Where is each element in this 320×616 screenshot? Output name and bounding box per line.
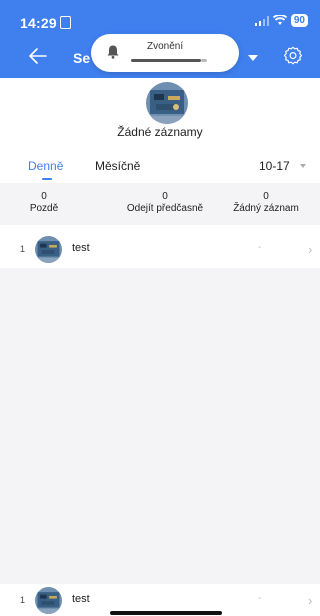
gear-icon[interactable]	[282, 45, 304, 67]
chevron-down-icon[interactable]	[300, 164, 306, 168]
stat-left-early[interactable]: 0 Odejít předčasně	[115, 191, 215, 215]
wifi-icon	[272, 15, 287, 25]
system-icons: 90	[254, 14, 308, 27]
row-value: -	[258, 593, 262, 604]
list-background	[0, 268, 320, 584]
status-bar: 14:29 90	[0, 0, 320, 38]
ringing-notification-pill[interactable]: Zvonění	[91, 34, 239, 72]
row-index: 1	[20, 595, 26, 605]
back-arrow-icon[interactable]	[26, 44, 50, 68]
home-indicator[interactable]	[110, 611, 222, 615]
stat-no-record-label: Žádný záznam	[233, 203, 299, 214]
row-value: -	[258, 242, 262, 253]
avatar	[146, 82, 188, 124]
row-name: test	[72, 242, 90, 254]
avatar	[35, 236, 62, 263]
signal-icon	[254, 15, 269, 26]
pill-label: Zvonění	[147, 41, 184, 52]
date-range-selector[interactable]: 10-17	[259, 159, 290, 173]
ringing-progress-bar	[131, 59, 201, 62]
battery-indicator: 90	[290, 14, 308, 27]
stat-late[interactable]: 0 Pozdě	[14, 191, 74, 215]
stat-no-record-value: 0	[263, 191, 269, 202]
row-index: 1	[20, 244, 26, 254]
empty-state-message: Žádné záznamy	[117, 125, 203, 139]
stat-left-early-label: Odejít předčasně	[126, 203, 204, 214]
page-title: Se	[73, 50, 91, 66]
ringing-progress-remaining	[201, 59, 207, 62]
row-name: test	[72, 593, 90, 605]
stat-late-label: Pozdě	[29, 203, 59, 214]
tab-monthly[interactable]: Měsíčně	[95, 159, 140, 173]
stat-late-value: 0	[41, 191, 47, 202]
id-badge-icon	[59, 16, 71, 29]
title-dropdown-icon[interactable]	[248, 55, 258, 61]
chevron-right-icon: ›	[308, 242, 313, 257]
avatar	[35, 587, 62, 614]
status-time: 14:29	[20, 15, 71, 31]
stat-no-record[interactable]: 0 Žádný záznam	[224, 191, 308, 215]
list-item[interactable]: 1 test - ›	[0, 233, 320, 265]
bell-icon	[107, 45, 119, 59]
stat-left-early-value: 0	[162, 191, 168, 202]
chevron-right-icon: ›	[308, 593, 313, 608]
tab-daily[interactable]: Denně	[28, 159, 63, 173]
active-tab-indicator	[42, 178, 52, 180]
